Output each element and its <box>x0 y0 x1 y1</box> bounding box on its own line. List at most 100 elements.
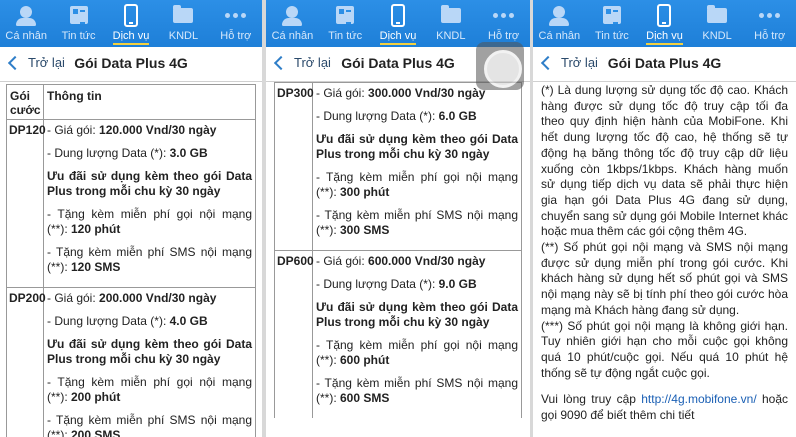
price-value: 120.000 Vnd/30 ngày <box>99 123 217 137</box>
title-bar: Trở lại Gói Data Plus 4G <box>533 47 796 82</box>
notes-section: (*) Là dung lượng sử dụng tốc độ cao. Kh… <box>541 83 788 424</box>
promo-heading: Ưu đãi sử dụng kèm theo gói Data Plus tr… <box>47 337 252 366</box>
person-icon <box>16 6 37 26</box>
nav-label: Dịch vụ <box>112 30 150 42</box>
folder-icon <box>173 5 194 23</box>
phone-icon <box>124 4 139 27</box>
package-code: DP600 <box>275 251 314 418</box>
nav-item-kndl[interactable]: KNDL <box>157 0 209 47</box>
assistive-touch-button[interactable] <box>476 42 524 90</box>
call-value: 120 phút <box>71 222 121 236</box>
nav-item-dich-vu[interactable]: Dịch vụ <box>638 0 691 47</box>
nav-item-ho-tro[interactable]: Hỗ trợ <box>477 0 530 47</box>
package-info: - Giá gói: 600.000 Vnd/30 ngày - Dung lư… <box>313 251 521 418</box>
nav-item-dich-vu[interactable]: Dịch vụ <box>105 0 157 47</box>
price-value: 300.000 Vnd/30 ngày <box>368 86 486 100</box>
data-value: 4.0 GB <box>169 314 208 328</box>
news-icon <box>336 6 355 24</box>
note-free-calls-sms: (**) Số phút gọi nội mạng và SMS nội mạn… <box>541 240 788 317</box>
more-dots-icon <box>492 13 515 18</box>
visit-prefix: Vui lòng truy cập <box>541 392 642 407</box>
nav-label: Hỗ trợ <box>754 30 786 42</box>
nav-item-kndl[interactable]: KNDL <box>691 0 744 47</box>
col-header-package: Gói cước <box>7 85 44 119</box>
nav-item-ca-nhan[interactable]: Cá nhân <box>266 0 319 47</box>
price-value: 200.000 Vnd/30 ngày <box>99 291 217 305</box>
nav-label: Hỗ trợ <box>488 30 520 42</box>
news-icon <box>69 6 88 24</box>
price-value: 600.000 Vnd/30 ngày <box>368 254 486 268</box>
screen-panel-3: Cá nhân Tin tức Dịch vụ KNDL Hỗ trợ Trở … <box>533 0 796 437</box>
nav-item-ca-nhan[interactable]: Cá nhân <box>533 0 586 47</box>
note-high-speed-data: (*) Là dung lượng sử dụng tốc độ cao. Kh… <box>541 83 788 239</box>
nav-label: Dịch vụ <box>379 30 417 42</box>
nav-label: Tin tức <box>61 30 96 42</box>
promo-heading: Ưu đãi sử dụng kèm theo gói Data Plus tr… <box>316 300 518 329</box>
price-label: - Giá gói: <box>47 291 100 305</box>
nav-label: Tin tức <box>328 30 363 42</box>
nav-label: KNDL <box>702 30 732 42</box>
table-row: DP300 - Giá gói: 300.000 Vnd/30 ngày - D… <box>275 83 521 251</box>
package-code: DP300 <box>275 83 314 250</box>
price-label: - Giá gói: <box>316 86 369 100</box>
person-icon <box>282 6 303 26</box>
package-table: DP300 - Giá gói: 300.000 Vnd/30 ngày - D… <box>274 82 522 418</box>
price-label: - Giá gói: <box>47 123 100 137</box>
call-value: 300 phút <box>340 185 390 199</box>
nav-item-tin-tuc[interactable]: Tin tức <box>319 0 372 47</box>
table-row: DP600 - Giá gói: 600.000 Vnd/30 ngày - D… <box>275 251 521 418</box>
nav-item-tin-tuc[interactable]: Tin tức <box>52 0 104 47</box>
package-info: - Giá gói: 120.000 Vnd/30 ngày - Dung lư… <box>44 120 255 287</box>
nav-item-ca-nhan[interactable]: Cá nhân <box>0 0 52 47</box>
news-icon <box>602 6 621 24</box>
mobifone-4g-link[interactable]: http://4g.mobifone.vn/ <box>641 392 756 406</box>
price-label: - Giá gói: <box>316 254 369 268</box>
package-code: DP120 <box>7 120 46 287</box>
call-value: 200 phút <box>71 390 121 404</box>
phone-icon <box>657 4 672 27</box>
sms-value: 600 SMS <box>340 391 390 405</box>
nav-item-dich-vu[interactable]: Dịch vụ <box>372 0 425 47</box>
nav-label: Cá nhân <box>271 30 314 42</box>
nav-label: KNDL <box>168 30 199 42</box>
title-bar: Trở lại Gói Data Plus 4G <box>0 47 262 82</box>
bottom-nav: Cá nhân Tin tức Dịch vụ KNDL Hỗ trợ <box>266 0 530 47</box>
page-title: Gói Data Plus 4G <box>74 55 188 71</box>
package-info: - Giá gói: 300.000 Vnd/30 ngày - Dung lư… <box>313 83 521 250</box>
folder-icon <box>440 5 461 23</box>
folder-icon <box>707 5 728 23</box>
note-unlimited-calls: (***) Số phút gọi nội mạng là không giới… <box>541 318 788 380</box>
call-value: 600 phút <box>340 353 390 367</box>
nav-label: Dịch vụ <box>646 30 683 42</box>
table-row: DP120 - Giá gói: 120.000 Vnd/30 ngày - D… <box>7 120 255 288</box>
nav-item-ho-tro[interactable]: Hỗ trợ <box>210 0 262 47</box>
data-value: 9.0 GB <box>438 277 477 291</box>
data-label: - Dung lượng Data (*): <box>47 314 170 328</box>
data-value: 3.0 GB <box>169 146 208 160</box>
nav-label: Cá nhân <box>5 30 47 42</box>
phone-icon <box>390 4 405 27</box>
table-header: Gói cước Thông tin <box>7 84 255 120</box>
data-value: 6.0 GB <box>438 109 477 123</box>
nav-label: Hỗ trợ <box>220 30 252 42</box>
package-info: - Giá gói: 200.000 Vnd/30 ngày - Dung lư… <box>44 288 255 437</box>
nav-item-kndl[interactable]: KNDL <box>424 0 477 47</box>
nav-label: Cá nhân <box>538 30 581 42</box>
nav-item-ho-tro[interactable]: Hỗ trợ <box>743 0 796 47</box>
nav-item-tin-tuc[interactable]: Tin tức <box>586 0 639 47</box>
page-title: Gói Data Plus 4G <box>607 55 722 71</box>
data-label: - Dung lượng Data (*): <box>316 109 439 123</box>
data-label: - Dung lượng Data (*): <box>47 146 170 160</box>
screenshot-collage: Cá nhân Tin tức Dịch vụ KNDL Hỗ trợ Trở … <box>0 0 796 437</box>
visit-paragraph: Vui lòng truy cập http://4g.mobifone.vn/… <box>541 392 788 423</box>
package-code: DP200 <box>7 288 46 437</box>
more-dots-icon <box>758 13 781 18</box>
promo-heading: Ưu đãi sử dụng kèm theo gói Data Plus tr… <box>47 169 252 198</box>
more-dots-icon <box>224 13 247 18</box>
promo-heading: Ưu đãi sử dụng kèm theo gói Data Plus tr… <box>316 132 518 161</box>
screen-panel-2: Cá nhân Tin tức Dịch vụ KNDL Hỗ trợ Trở … <box>266 0 530 437</box>
nav-label: Tin tức <box>594 30 629 42</box>
table-row: DP200 - Giá gói: 200.000 Vnd/30 ngày - D… <box>7 288 255 437</box>
col-header-info: Thông tin <box>47 89 102 103</box>
data-label: - Dung lượng Data (*): <box>316 277 439 291</box>
